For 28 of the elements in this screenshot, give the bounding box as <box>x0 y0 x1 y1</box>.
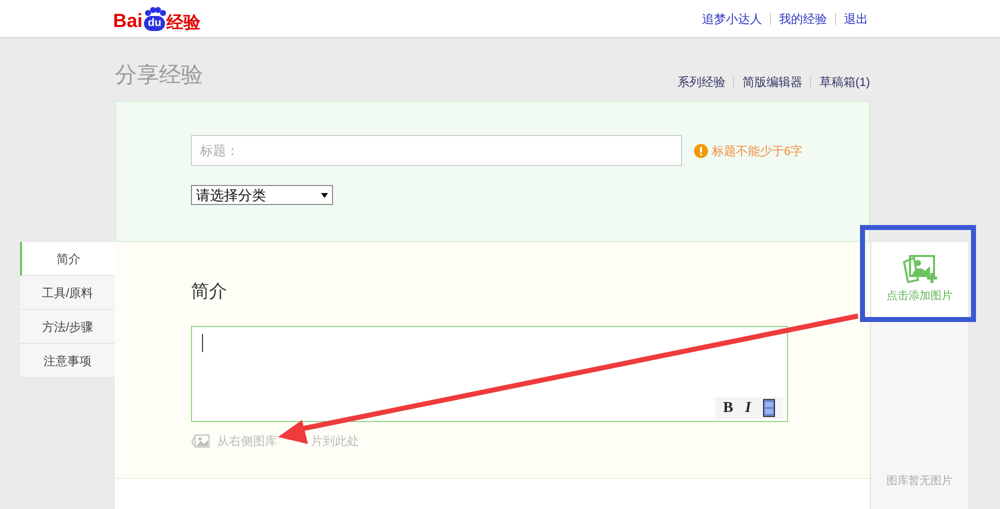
warning-icon <box>694 144 708 158</box>
category-select[interactable]: 请选择分类 <box>191 185 333 205</box>
image-icon <box>191 434 211 448</box>
page-link[interactable]: 系列经验 <box>677 73 726 91</box>
italic-button[interactable]: I <box>741 396 755 419</box>
warning-text: 标题不能少于6字 <box>712 142 803 160</box>
section-tab[interactable]: 工具/原料 <box>20 276 115 310</box>
drop-hint: 片到此处 <box>311 433 359 450</box>
title-field[interactable]: 标题： <box>191 135 682 166</box>
section-tab[interactable]: 注意事项 <box>20 344 115 378</box>
logo[interactable]: Bai du 经验 <box>113 6 201 30</box>
section-tab[interactable]: 方法/步骤 <box>20 310 115 344</box>
page-link[interactable]: 草稿箱(1) <box>819 73 870 91</box>
section-tab[interactable]: 简介 <box>20 242 115 276</box>
page-title: 分享经验 <box>115 61 203 89</box>
drop-hint: 从右侧图库 <box>217 433 277 450</box>
section-heading: 简介 <box>191 280 228 303</box>
user-link[interactable]: 追梦小达人 <box>702 10 762 28</box>
empty-gallery-text: 图库暂无图片 <box>886 474 952 489</box>
paw-icon <box>144 6 166 16</box>
text-cursor <box>202 334 203 352</box>
text-editor[interactable]: B I <box>191 326 788 422</box>
user-link[interactable]: 退出 <box>844 10 868 28</box>
page-link[interactable]: 简版编辑器 <box>742 73 802 91</box>
bold-button[interactable]: B <box>719 396 738 419</box>
dropdown-icon <box>321 192 328 198</box>
user-link[interactable]: 我的经验 <box>779 10 827 28</box>
film-icon <box>763 398 775 417</box>
